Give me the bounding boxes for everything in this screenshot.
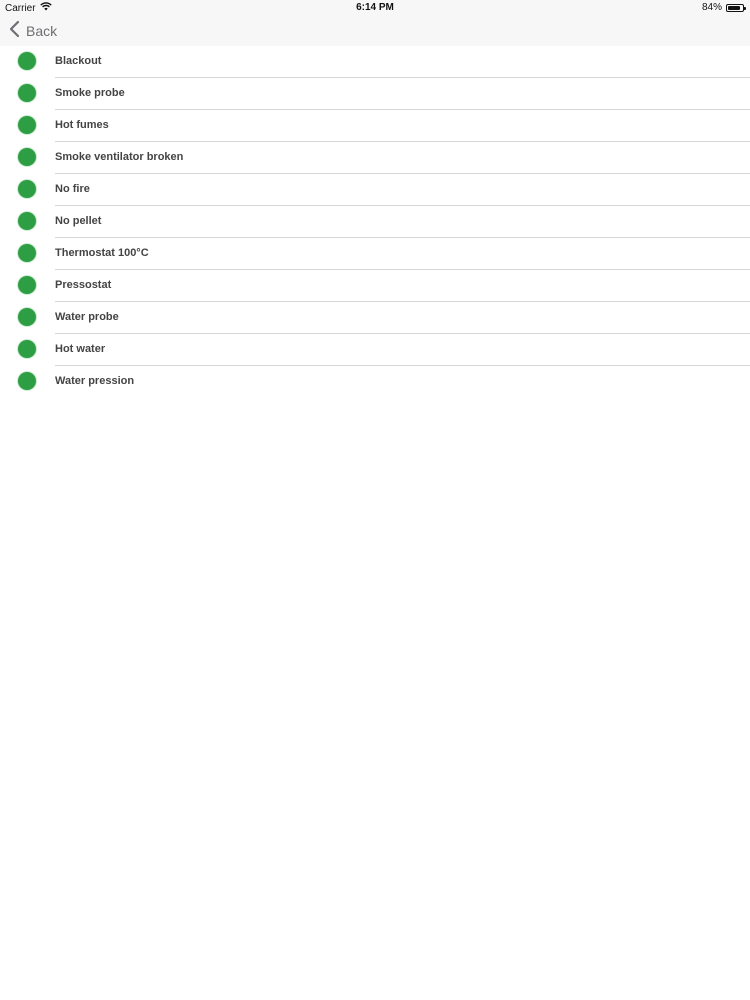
list-item-label: Pressostat xyxy=(55,279,112,291)
status-indicator xyxy=(18,212,36,230)
back-button[interactable]: Back xyxy=(8,20,57,41)
status-indicator xyxy=(18,84,36,102)
list-item-label: No pellet xyxy=(55,215,102,227)
status-indicator xyxy=(18,148,36,166)
navigation-bar: Back xyxy=(0,16,750,46)
list-item[interactable]: No fire xyxy=(0,174,750,206)
status-bar: Carrier 6:14 PM 84% xyxy=(0,0,750,16)
list-item[interactable]: Hot water xyxy=(0,334,750,366)
status-indicator xyxy=(18,372,36,390)
battery-icon xyxy=(726,3,746,12)
list-item[interactable]: Blackout xyxy=(0,46,750,78)
alarm-list: Blackout Smoke probe Hot fumes Smoke ventil… xyxy=(0,46,750,398)
list-item-label: Thermostat 100°C xyxy=(55,247,149,259)
status-indicator xyxy=(18,116,36,134)
battery-level xyxy=(728,5,740,10)
back-label: Back xyxy=(26,22,58,39)
list-item-label: Water pression xyxy=(55,375,135,387)
list-item-label: Smoke probe xyxy=(55,87,125,99)
status-indicator xyxy=(18,244,36,262)
list-item[interactable]: Smoke probe xyxy=(0,78,750,110)
status-indicator xyxy=(18,52,36,70)
list-item[interactable]: Pressostat xyxy=(0,270,750,302)
battery-percent: 84% xyxy=(701,2,722,13)
status-indicator xyxy=(18,340,36,358)
status-indicator xyxy=(18,180,36,198)
list-item-label: No fire xyxy=(55,183,90,195)
list-item-label: Hot water xyxy=(55,343,106,355)
status-right: 84% xyxy=(701,2,746,13)
list-item-label: Hot fumes xyxy=(55,119,109,131)
list-item[interactable]: No pellet xyxy=(0,206,750,238)
list-item[interactable]: Thermostat 100°C xyxy=(0,238,750,270)
list-item[interactable]: Water pression xyxy=(0,366,750,398)
status-indicator xyxy=(18,276,36,294)
list-item-label: Smoke ventilator broken xyxy=(55,151,184,163)
status-time: 6:14 PM xyxy=(356,2,394,13)
status-indicator xyxy=(18,308,36,326)
list-item-label: Blackout xyxy=(55,55,102,67)
list-item[interactable]: Hot fumes xyxy=(0,110,750,142)
list-item-label: Water probe xyxy=(55,311,119,323)
chevron-left-icon xyxy=(8,20,22,41)
list-item[interactable]: Smoke ventilator broken xyxy=(0,142,750,174)
list-item[interactable]: Water probe xyxy=(0,302,750,334)
